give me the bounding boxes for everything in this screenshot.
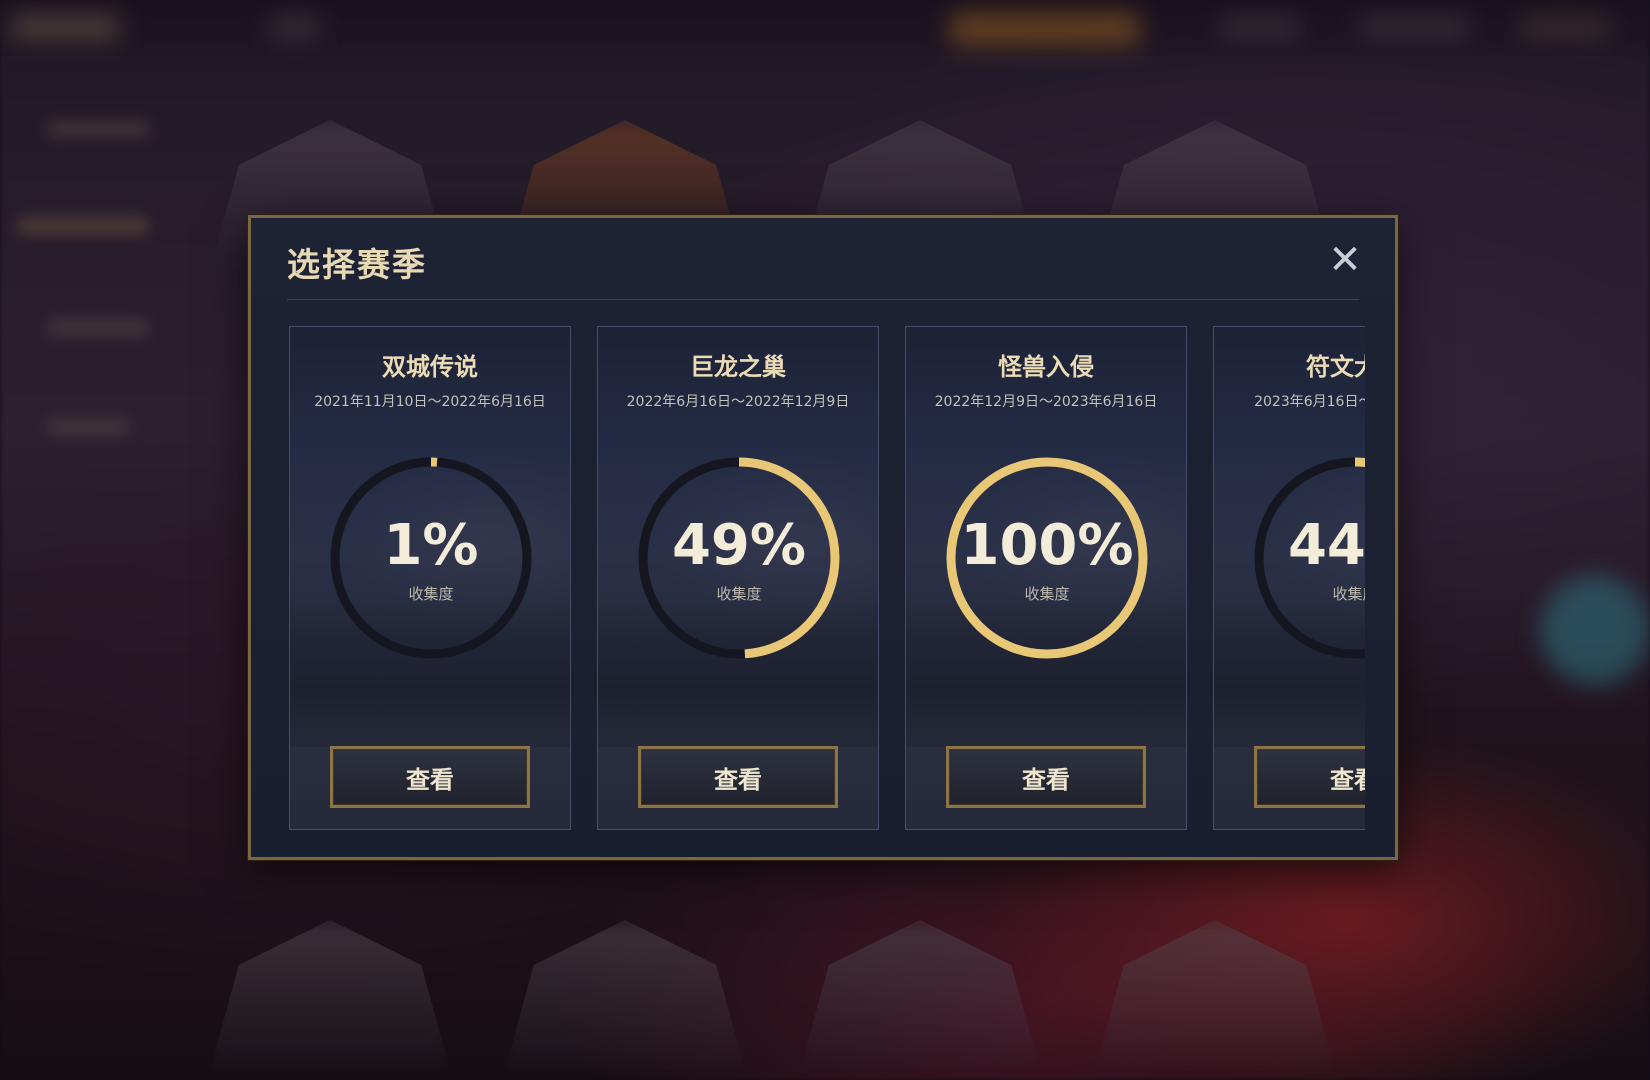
season-name: 双城传说	[382, 353, 478, 381]
progress-label: 收集度	[408, 585, 454, 603]
collection-progress-ring: 44% 收集度	[1252, 455, 1365, 661]
season-card-list[interactable]: 双城传说 2021年11月10日～2022年6月16日 1% 收集度 查看 巨龙…	[289, 326, 1365, 832]
collection-progress-ring: 1% 收集度	[328, 455, 534, 661]
progress-label: 收集度	[1024, 585, 1070, 603]
season-card: 巨龙之巢 2022年6月16日～2022年12月9日 49% 收集度 查看	[597, 326, 879, 830]
season-name: 符文大陆	[1306, 353, 1365, 381]
progress-percent: 100%	[960, 513, 1134, 578]
season-select-dialog: 选择赛季 ✕ 双城传说 2021年11月10日～2022年6月16日 1% 收集…	[248, 215, 1398, 860]
season-card: 符文大陆 2023年6月16日～2023年12月 44% 收集度 查看	[1213, 326, 1365, 830]
progress-label: 收集度	[1332, 585, 1365, 603]
season-dates: 2021年11月10日～2022年6月16日	[314, 394, 546, 410]
close-icon: ✕	[1328, 237, 1362, 283]
view-button[interactable]: 查看	[1254, 746, 1365, 808]
season-card: 怪兽入侵 2022年12月9日～2023年6月16日 100% 收集度 查看	[905, 326, 1187, 830]
dialog-title: 选择赛季	[287, 245, 427, 284]
progress-label: 收集度	[716, 585, 762, 603]
progress-percent: 49%	[671, 513, 807, 578]
season-dates: 2023年6月16日～2023年12月	[1254, 394, 1365, 410]
collection-progress-ring: 100% 收集度	[944, 455, 1150, 661]
view-button[interactable]: 查看	[946, 746, 1146, 808]
season-dates: 2022年6月16日～2022年12月9日	[626, 394, 850, 410]
progress-percent: 44%	[1287, 513, 1365, 578]
view-button[interactable]: 查看	[638, 746, 838, 808]
title-divider	[287, 299, 1359, 300]
close-button[interactable]: ✕	[1325, 240, 1365, 280]
progress-percent: 1%	[383, 513, 479, 578]
season-dates: 2022年12月9日～2023年6月16日	[934, 394, 1158, 410]
collection-progress-ring: 49% 收集度	[636, 455, 842, 661]
season-name: 巨龙之巢	[690, 353, 786, 381]
season-name: 怪兽入侵	[998, 353, 1094, 381]
season-card: 双城传说 2021年11月10日～2022年6月16日 1% 收集度 查看	[289, 326, 571, 830]
view-button[interactable]: 查看	[330, 746, 530, 808]
